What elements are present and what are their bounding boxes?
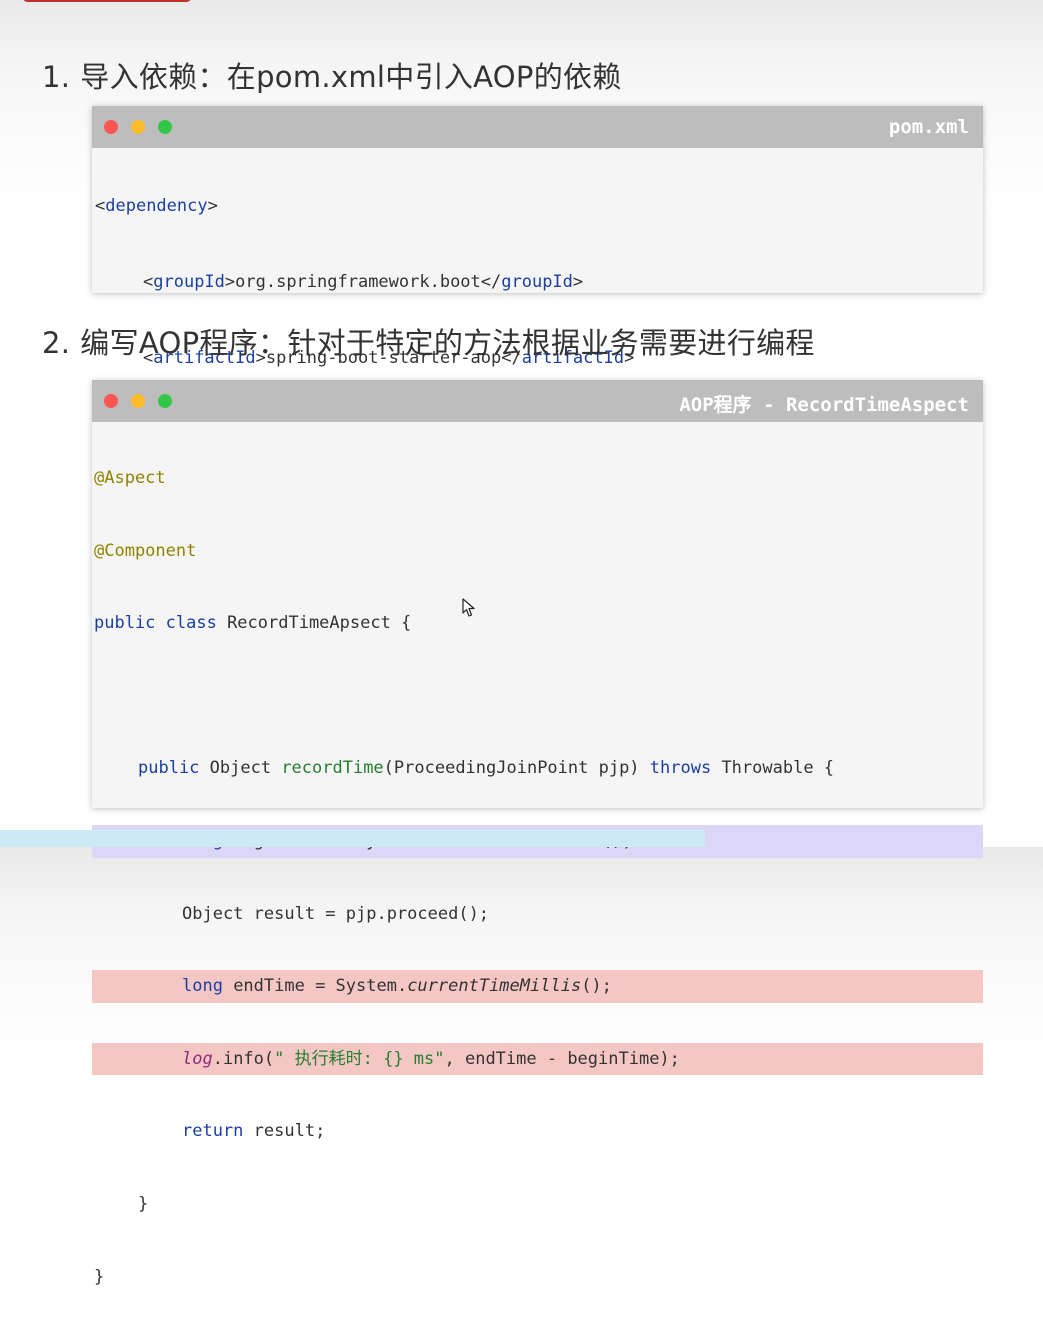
minimize-dot-icon[interactable]	[131, 120, 145, 134]
aop-code-window: AOP程序 - RecordTimeAspect @Aspect @Compon…	[92, 380, 983, 1287]
code-line: @Component	[94, 540, 197, 561]
decorative-brush-stroke	[0, 830, 705, 847]
section-2-text: 编写AOP程序：针对于特定的方法根据业务需要进行编程	[80, 326, 815, 360]
maximize-dot-icon[interactable]	[158, 120, 172, 134]
maximize-dot-icon[interactable]	[158, 394, 172, 408]
code-line: }	[94, 1266, 105, 1287]
code-line: public Object recordTime(ProceedingJoinP…	[138, 758, 835, 779]
slide-header-accent	[22, 0, 192, 2]
code-line: <groupId>org.springframework.boot</group…	[143, 272, 584, 292]
section-1-heading: 1. 导入依赖：在pom.xml中引入AOP的依赖	[42, 54, 622, 96]
code-line: }	[138, 1193, 149, 1214]
minimize-dot-icon[interactable]	[131, 394, 145, 408]
section-2-number: 2.	[42, 326, 71, 360]
aop-code-block: @Aspect @Component public class RecordTi…	[92, 422, 983, 1333]
code-line: @Aspect	[94, 468, 166, 488]
section-2-heading: 2. 编写AOP程序：针对于特定的方法根据业务需要进行编程	[42, 320, 815, 362]
aop-window-title: AOP程序 - RecordTimeAspect	[679, 394, 969, 416]
code-line-highlighted: log.info(" 执行耗时: {} ms", endTime - begin…	[92, 1042, 983, 1076]
mouse-pointer-icon	[462, 598, 475, 617]
aop-window-titlebar: AOP程序 - RecordTimeAspect	[92, 380, 983, 422]
pom-window-title: pom.xml	[888, 116, 969, 138]
pom-code-window: pom.xml <dependency> <groupId>org.spring…	[92, 106, 983, 444]
code-line: Object result = pjp.proceed();	[182, 903, 490, 924]
pom-window-titlebar: pom.xml	[92, 106, 983, 148]
code-line: return result;	[182, 1121, 326, 1142]
code-line: <dependency>	[95, 196, 218, 216]
code-line: public class RecordTimeApsect {	[94, 613, 412, 634]
section-1-text: 导入依赖：在pom.xml中引入AOP的依赖	[80, 60, 622, 94]
close-dot-icon[interactable]	[104, 120, 118, 134]
section-1-number: 1.	[42, 60, 71, 94]
code-line-highlighted: long endTime = System.currentTimeMillis(…	[92, 970, 983, 1003]
close-dot-icon[interactable]	[104, 394, 118, 408]
